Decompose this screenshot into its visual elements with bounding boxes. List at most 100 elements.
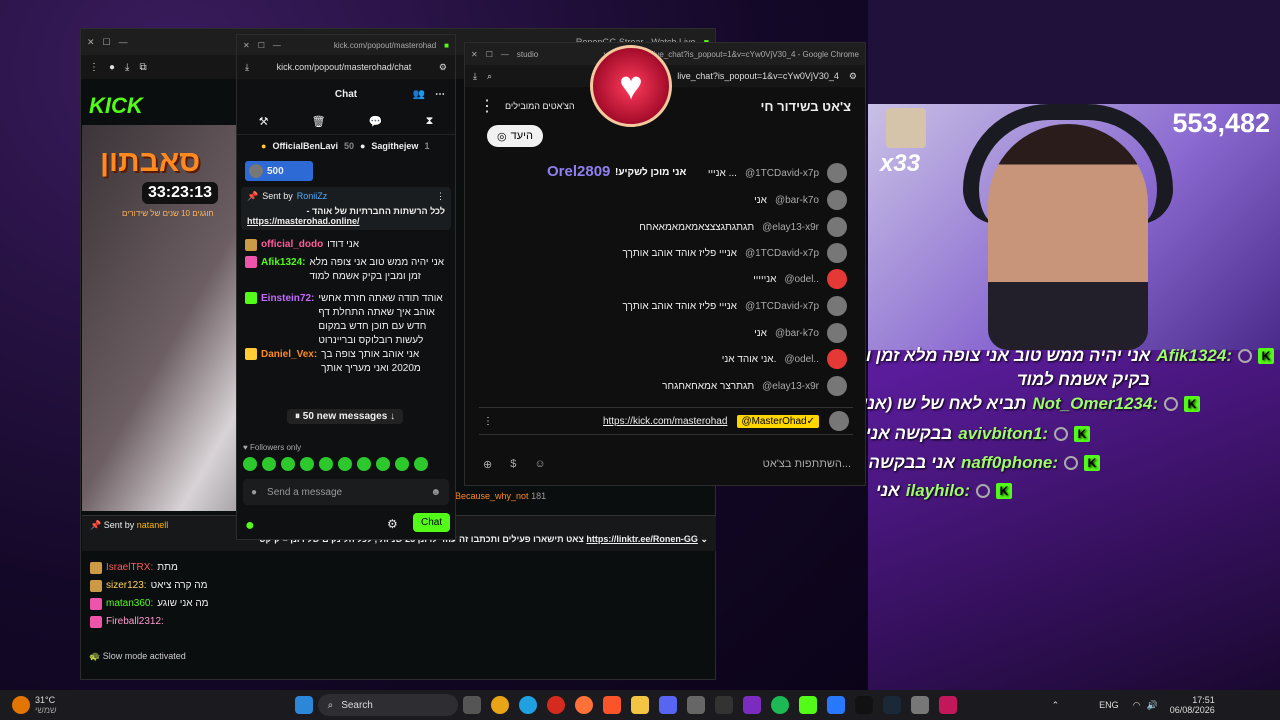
settings-gear-icon[interactable]: ⚙ (387, 517, 398, 531)
more-icon[interactable]: ⋯ (435, 89, 445, 100)
download-icon[interactable]: ⤓ (125, 62, 129, 73)
search-icon[interactable]: ⌕ (487, 71, 492, 82)
extension-icon[interactable]: ● (109, 62, 115, 73)
chat-username[interactable]: IsraelTRX: (106, 561, 153, 575)
chat-username[interactable]: Fireball2312: (106, 615, 164, 629)
taskbar: 31°C שמשי ⌕ Search ⌃ ENG ◠ 🔊 17:51 06/08/20… (0, 690, 1280, 720)
close-icon[interactable]: ✕ (243, 41, 250, 50)
chat-send-button[interactable]: Chat (413, 513, 451, 532)
chevron-down-icon[interactable]: ⌄ (700, 534, 708, 544)
leaderboard-entry: Because_why_not 181 (455, 491, 547, 501)
obs-icon[interactable] (686, 696, 705, 714)
overlay-message: אני (875, 481, 900, 500)
new-messages-button[interactable]: ⏸ 50 new messages ↓ (287, 409, 404, 424)
pinned-link[interactable]: https://linktr.ee/Ronen-GG (586, 534, 698, 544)
more-icon[interactable]: ⋮ (483, 416, 493, 427)
spotify-icon[interactable] (770, 696, 789, 714)
emote-icon[interactable] (281, 457, 295, 471)
task-view-icon[interactable] (462, 696, 481, 714)
streamer (988, 124, 1148, 350)
folder-icon[interactable] (630, 696, 649, 714)
emote-icon[interactable] (262, 457, 276, 471)
brave-icon[interactable] (602, 696, 621, 714)
trash-icon[interactable]: 🗑 (312, 115, 326, 128)
goal-button[interactable]: ◎ היעד (487, 125, 543, 147)
chat-bubble-icon[interactable]: 💬 (369, 115, 383, 128)
chat-username[interactable]: Daniel_Vex: (261, 348, 317, 362)
emote-icon[interactable] (338, 457, 352, 471)
download-icon[interactable]: ⤓ (473, 71, 477, 82)
emote-icon[interactable] (395, 457, 409, 471)
mod-toolbar: ⚒ 🗑 💬 ⧗ (237, 109, 455, 135)
app-icon[interactable] (826, 696, 845, 714)
wifi-icon[interactable]: ◠ (1133, 700, 1141, 711)
minimize-icon[interactable]: — (273, 41, 281, 50)
chat-username[interactable]: matan360: (106, 597, 153, 611)
chrome-icon[interactable] (490, 696, 509, 714)
pinned-link[interactable]: https://kick.com/masterohad (603, 416, 728, 427)
emote-icon[interactable] (300, 457, 314, 471)
maximize-icon[interactable]: ☐ (258, 41, 265, 50)
emote-icon[interactable] (357, 457, 371, 471)
download-icon[interactable]: ⤓ (245, 62, 249, 73)
chat-username[interactable]: official_dodo (261, 238, 323, 252)
chat-filter-dropdown[interactable]: הצ'אטים המובילים (505, 101, 575, 111)
smile-icon[interactable]: ☻ (430, 487, 441, 498)
steam-icon[interactable] (882, 696, 901, 714)
emote-icon[interactable] (414, 457, 428, 471)
windows-start-icon[interactable] (294, 696, 313, 714)
close-icon[interactable]: ✕ (87, 37, 95, 48)
clock[interactable]: 17:51 06/08/2026 (1170, 695, 1215, 715)
kick-logo[interactable]: KICK (89, 93, 143, 119)
menu-icon[interactable]: ⋮ (89, 62, 99, 73)
users-icon[interactable]: 👥 (413, 89, 425, 100)
super-chat-icon[interactable]: $ (510, 458, 516, 470)
taskbar-search[interactable]: ⌕ Search (317, 694, 458, 716)
kick-popout-chat-window[interactable]: ✕ ☐ — kick.com/popout/masterohad ■ ⤓ kick.… (236, 34, 456, 540)
url-text[interactable]: live_chat?is_popout=1&v=cYw0VjV30_4 (677, 71, 839, 81)
kick-app-icon[interactable] (798, 696, 817, 714)
message-input[interactable]: ● Send a message ☻ (243, 479, 449, 505)
gift-counter[interactable]: 500 (245, 161, 313, 181)
minimize-icon[interactable]: — (119, 37, 128, 47)
chat-username[interactable]: sizer123: (106, 579, 147, 593)
maximize-icon[interactable]: ☐ (103, 37, 111, 48)
app-icon[interactable] (742, 696, 761, 714)
maximize-icon[interactable]: ☐ (486, 50, 493, 59)
hourglass-icon[interactable]: ⧗ (426, 115, 434, 128)
opera-icon[interactable] (546, 696, 565, 714)
emote-picker-icon[interactable]: ● (251, 487, 257, 498)
pinned-link[interactable]: https://masterohad.online/ (247, 216, 445, 226)
weather-widget[interactable]: 31°C שמשי (35, 695, 57, 715)
discord-icon[interactable] (658, 696, 677, 714)
mention-badge[interactable]: @MasterOhad✓ (737, 414, 819, 428)
volume-icon[interactable]: 🔊 (1147, 700, 1158, 711)
settings-icon[interactable] (910, 696, 929, 714)
settings-icon[interactable]: ⚙ (439, 62, 447, 73)
language-indicator[interactable]: ENG (1099, 700, 1119, 710)
emote-icon[interactable] (376, 457, 390, 471)
emoji-icon[interactable]: ☺ (534, 458, 545, 470)
chat-input[interactable]: השתתפות בצ'אט... (763, 458, 851, 470)
more-icon[interactable]: ⋮ (436, 191, 445, 202)
chevron-up-icon[interactable]: ⌃ (1052, 700, 1060, 711)
minimize-icon[interactable]: — (501, 50, 509, 59)
sub-badge-icon (90, 580, 102, 592)
hammer-icon[interactable]: ⚒ (259, 115, 269, 128)
url-text[interactable]: kick.com/popout/masterohad/chat (259, 62, 429, 72)
chat-username[interactable]: Afik1324: (261, 256, 305, 270)
settings-icon[interactable]: ⚙ (849, 71, 857, 82)
emote-icon[interactable] (319, 457, 333, 471)
close-icon[interactable]: ✕ (471, 50, 478, 59)
weather-icon[interactable] (12, 696, 30, 714)
tiktok-live-icon[interactable] (938, 696, 957, 714)
tiktok-icon[interactable] (854, 696, 873, 714)
epic-icon[interactable] (714, 696, 733, 714)
emote-icon[interactable] (243, 457, 257, 471)
edge-icon[interactable] (518, 696, 537, 714)
puzzle-icon[interactable]: ⧉ (139, 62, 146, 73)
more-icon[interactable]: ⋮ (479, 96, 495, 116)
add-icon[interactable]: ⊕ (483, 458, 492, 471)
firefox-icon[interactable] (574, 696, 593, 714)
chat-username[interactable]: Einstein72: (261, 292, 314, 306)
